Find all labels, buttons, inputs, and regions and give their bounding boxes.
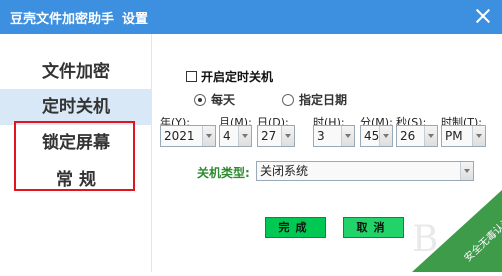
chevron-down-icon[interactable] — [281, 126, 294, 146]
shutdown-type-select[interactable]: 关闭系统 — [256, 161, 474, 181]
chevron-down-icon[interactable] — [472, 126, 485, 146]
second-select[interactable]: 26 — [396, 125, 438, 147]
chevron-down-icon[interactable] — [238, 126, 251, 146]
cancel-button[interactable]: 取消 — [343, 217, 404, 238]
hour-select[interactable]: 3 — [313, 125, 355, 147]
minute-select[interactable]: 45 — [360, 125, 393, 147]
minute-value: 45 — [364, 129, 380, 143]
enable-shutdown-checkbox[interactable] — [186, 71, 197, 82]
sidebar-item-scheduled-shutdown[interactable]: 定时关机 — [0, 89, 152, 125]
specific-date-radio-icon — [282, 94, 294, 106]
chevron-down-icon[interactable] — [202, 126, 215, 146]
daily-radio[interactable]: 每天 — [194, 91, 235, 108]
time-format-value: PM — [445, 129, 463, 143]
title-bar: 豆壳文件加密助手 设置 — [0, 0, 502, 34]
day-select[interactable]: 27 — [257, 125, 295, 147]
chevron-down-icon[interactable] — [341, 126, 354, 146]
daily-radio-selected-icon — [194, 94, 206, 106]
second-value: 26 — [400, 129, 416, 143]
close-icon[interactable] — [474, 7, 492, 25]
enable-shutdown-row[interactable]: 开启定时关机 — [186, 68, 273, 85]
hour-value: 3 — [317, 129, 325, 143]
time-format-select[interactable]: PM — [441, 125, 486, 147]
chevron-down-icon[interactable] — [424, 126, 437, 146]
shutdown-type-value: 关闭系统 — [260, 164, 309, 178]
day-value: 27 — [261, 129, 277, 143]
shutdown-type-label: 关机类型: — [197, 166, 250, 180]
settings-label: 设置 — [122, 12, 149, 27]
selection-highlight-box — [14, 121, 135, 191]
app-title: 豆壳文件加密助手 — [10, 12, 115, 27]
chevron-down-icon[interactable] — [379, 126, 392, 146]
finish-button[interactable]: 完成 — [265, 217, 326, 238]
window-title: 豆壳文件加密助手 设置 — [10, 8, 148, 27]
chevron-down-icon[interactable] — [460, 162, 473, 180]
daily-label: 每天 — [211, 93, 236, 107]
month-value: 4 — [223, 129, 231, 143]
sidebar-item-file-encryption[interactable]: 文件加密 — [0, 54, 152, 90]
specific-date-radio[interactable]: 指定日期 — [282, 91, 347, 108]
year-value: 2021 — [164, 129, 195, 143]
year-select[interactable]: 2021 — [160, 125, 216, 147]
enable-shutdown-label: 开启定时关机 — [201, 70, 274, 84]
month-select[interactable]: 4 — [219, 125, 252, 147]
main-content: 开启定时关机 每天 指定日期 年(Y): 月(M): 日(D): 时(H): 分… — [152, 34, 502, 272]
sidebar: 文件加密 定时关机 锁定屏幕 常 规 — [0, 34, 152, 272]
specific-date-label: 指定日期 — [299, 93, 348, 107]
